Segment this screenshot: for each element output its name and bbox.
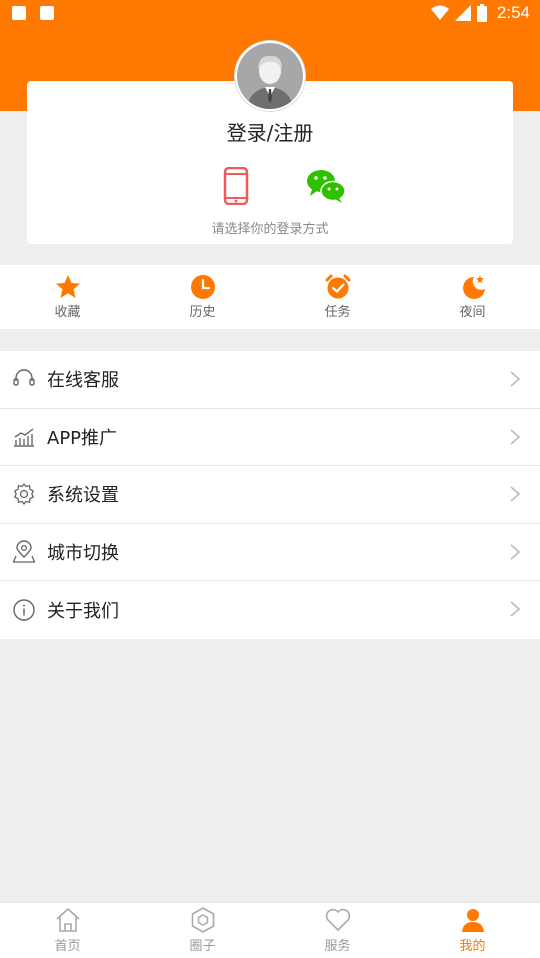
tab-service[interactable]: 服务 <box>270 903 405 958</box>
menu-label: 城市切换 <box>47 542 119 564</box>
tab-circle[interactable]: 圈子 <box>135 903 270 958</box>
chevron-right-icon <box>510 371 520 387</box>
quick-night-mode[interactable]: 夜间 <box>405 265 540 329</box>
battery-icon <box>476 4 487 22</box>
quick-label: 任务 <box>324 305 351 320</box>
moon-icon <box>462 275 485 299</box>
menu-item-system-settings[interactable]: 系统设置 <box>0 466 540 524</box>
info-icon <box>13 599 35 621</box>
status-time: 2:54 <box>496 3 530 22</box>
menu-item-city-switch[interactable]: 城市切换 <box>0 524 540 581</box>
tab-home[interactable]: 首页 <box>0 903 135 958</box>
headset-icon <box>13 369 35 386</box>
tab-mine[interactable]: 我的 <box>405 903 540 958</box>
app-notification-icon <box>40 6 54 20</box>
clock-icon <box>190 275 215 299</box>
chevron-right-icon <box>510 486 520 502</box>
signal-icon <box>454 5 471 21</box>
quick-label: 历史 <box>189 305 216 320</box>
tab-label: 圈子 <box>189 939 216 954</box>
home-icon <box>55 907 80 932</box>
bottom-tab-bar: 首页 圈子 服务 我的 <box>0 902 540 958</box>
heart-icon <box>325 908 350 932</box>
hexagon-icon <box>191 907 214 933</box>
location-icon <box>12 540 36 563</box>
default-user-avatar-icon <box>237 43 303 109</box>
chevron-right-icon <box>510 428 520 445</box>
tab-label: 首页 <box>54 939 81 954</box>
menu-item-app-promotion[interactable]: APP推广 <box>0 409 540 466</box>
menu-label: 关于我们 <box>47 600 119 622</box>
tab-label: 服务 <box>324 939 351 954</box>
settings-menu: 在线客服 APP推广 系统设置 城市切换 关于我们 <box>0 351 540 639</box>
quick-history[interactable]: 历史 <box>135 265 270 329</box>
login-hint: 请选择你的登录方式 <box>211 222 329 237</box>
chevron-right-icon <box>510 601 520 617</box>
quick-label: 收藏 <box>54 305 81 320</box>
notification-icon <box>12 6 26 20</box>
tab-label: 我的 <box>459 939 486 954</box>
menu-label: 系统设置 <box>47 485 119 507</box>
menu-item-about-us[interactable]: 关于我们 <box>0 581 540 639</box>
quick-actions-bar: 收藏 历史 任务 夜间 <box>0 265 540 329</box>
wechat-icon[interactable] <box>306 167 346 205</box>
quick-tasks[interactable]: 任务 <box>270 265 405 329</box>
chart-icon <box>14 428 34 447</box>
phone-icon[interactable] <box>216 167 256 205</box>
wifi-icon <box>430 5 449 20</box>
gear-icon <box>13 483 35 506</box>
quick-label: 夜间 <box>459 305 486 320</box>
avatar[interactable] <box>235 41 305 111</box>
user-icon <box>461 909 484 932</box>
menu-label: 在线客服 <box>47 370 119 392</box>
star-icon <box>55 275 80 298</box>
chevron-right-icon <box>510 543 520 560</box>
quick-favorites[interactable]: 收藏 <box>0 265 135 329</box>
menu-label: APP推广 <box>47 427 118 449</box>
alarm-icon <box>325 274 350 299</box>
login-register-title[interactable]: 登录/注册 <box>27 117 513 146</box>
menu-item-online-service[interactable]: 在线客服 <box>0 351 540 409</box>
status-bar: 2:54 <box>0 0 540 28</box>
